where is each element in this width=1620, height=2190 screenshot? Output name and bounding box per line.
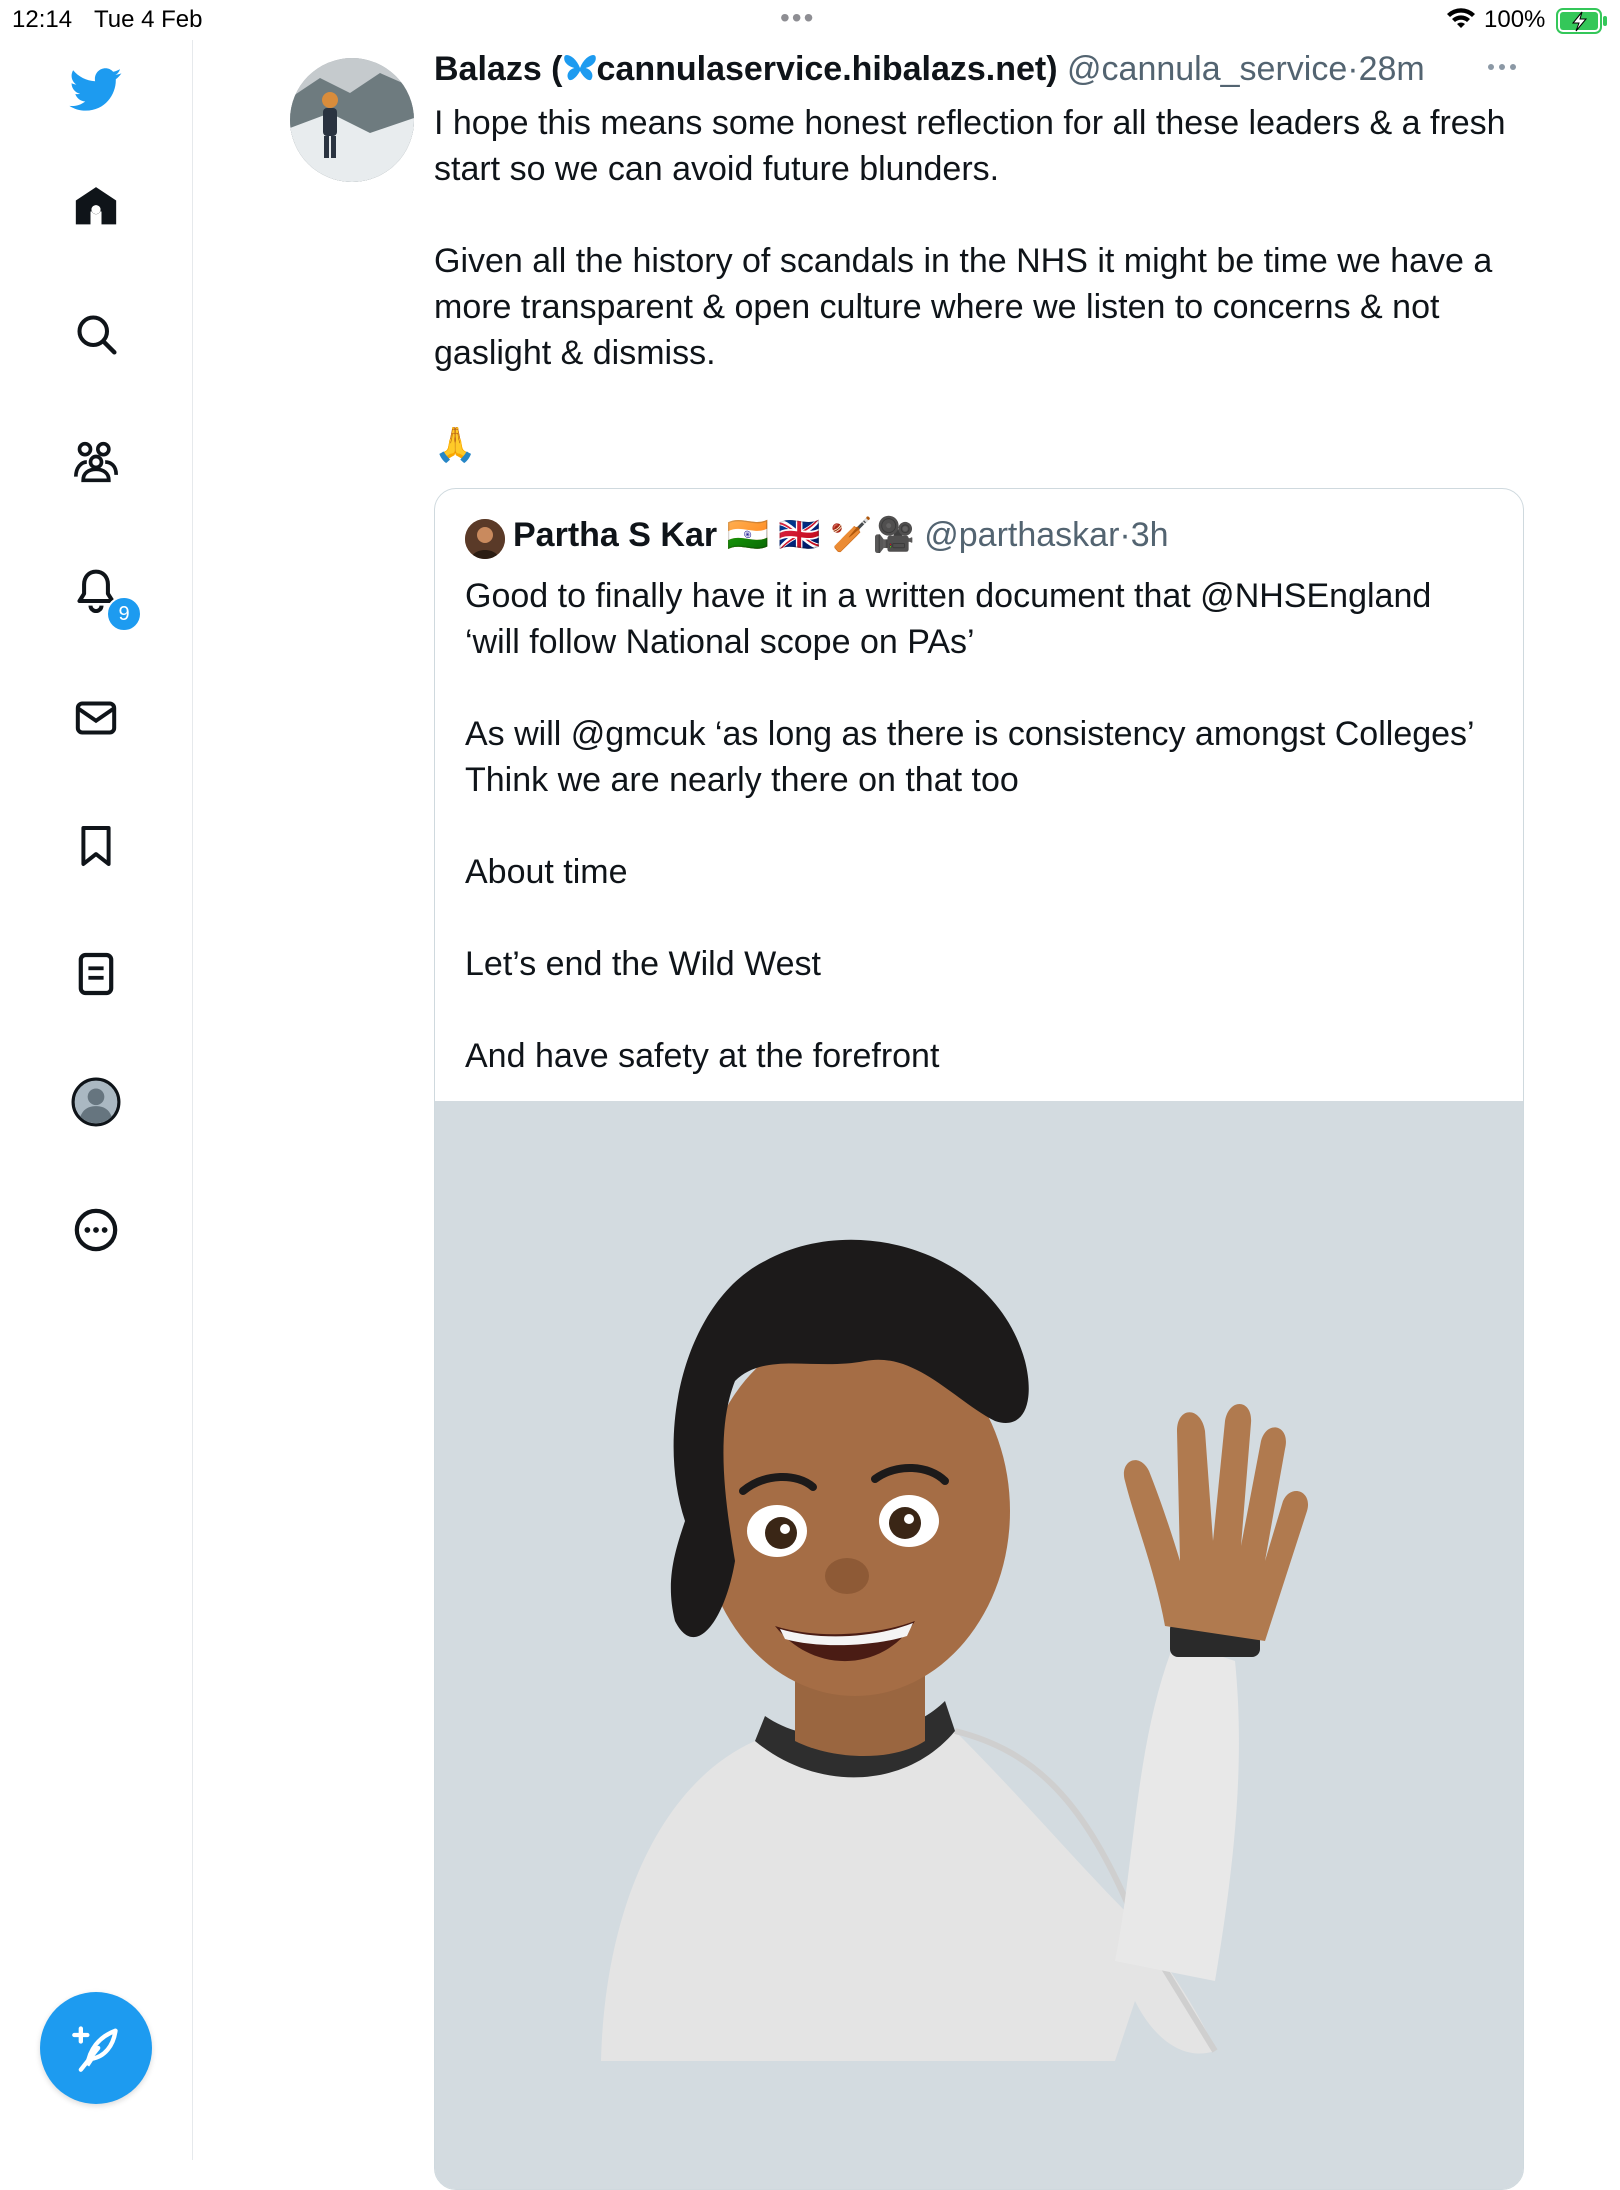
tweet-header: Balazs ( cannulaservice.hibalazs.net) @c… xyxy=(434,50,1564,94)
more-options-icon[interactable] xyxy=(1486,60,1518,78)
notification-badge: 9 xyxy=(106,596,142,632)
memoji-waving-image[interactable] xyxy=(435,1101,1523,2189)
envelope-icon[interactable] xyxy=(66,688,126,748)
author-name-suffix[interactable]: cannulaservice.hibalazs.net) xyxy=(597,50,1058,88)
home-icon[interactable] xyxy=(66,176,126,236)
quoted-time[interactable]: 3h xyxy=(1131,516,1169,554)
quoted-handle[interactable]: @parthaskar xyxy=(924,516,1119,554)
twitter-bird-icon[interactable] xyxy=(66,60,126,120)
tweet-body: I hope this means some honest reflection… xyxy=(434,104,1506,464)
compose-feather-icon[interactable] xyxy=(40,1992,152,2104)
author-handle[interactable]: @cannula_service xyxy=(1067,50,1347,88)
quoted-author-avatar[interactable] xyxy=(465,519,505,559)
status-bar: 12:14 Tue 4 Feb ••• 100% xyxy=(0,0,1620,40)
more-circle-icon[interactable] xyxy=(66,1200,126,1260)
sidebar-nav: 9 xyxy=(0,40,193,2160)
author-name-prefix[interactable]: Balazs ( xyxy=(434,50,563,88)
tweet-time[interactable]: 28m xyxy=(1359,50,1425,88)
multitasking-dots-icon[interactable]: ••• xyxy=(780,2,815,34)
battery-charging-icon xyxy=(1556,8,1608,39)
author-avatar[interactable] xyxy=(290,58,414,182)
quoted-name-emojis: 🇮🇳 🇬🇧 🏏🎥 xyxy=(726,516,915,554)
battery-percent: 100% xyxy=(1484,6,1546,33)
profile-avatar-icon[interactable] xyxy=(66,1072,126,1132)
butterfly-icon xyxy=(563,52,597,93)
quoted-separator: · xyxy=(1119,516,1131,554)
quoted-body: Good to finally have it in a written doc… xyxy=(465,577,1475,1075)
quoted-tweet[interactable]: Partha S Kar 🇮🇳 🇬🇧 🏏🎥 @parthaskar·3h Goo… xyxy=(434,488,1524,2190)
list-icon[interactable] xyxy=(66,944,126,1004)
quoted-author-name[interactable]: Partha S Kar xyxy=(513,516,717,554)
status-date: Tue 4 Feb xyxy=(94,6,203,33)
communities-icon[interactable] xyxy=(66,432,126,492)
header-separator: · xyxy=(1347,50,1359,88)
bookmark-icon[interactable] xyxy=(66,816,126,876)
quoted-header: Partha S Kar 🇮🇳 🇬🇧 🏏🎥 @parthaskar·3h xyxy=(513,515,1169,555)
search-icon[interactable] xyxy=(66,304,126,364)
wifi-icon xyxy=(1446,8,1476,35)
status-time: 12:14 xyxy=(12,6,73,33)
